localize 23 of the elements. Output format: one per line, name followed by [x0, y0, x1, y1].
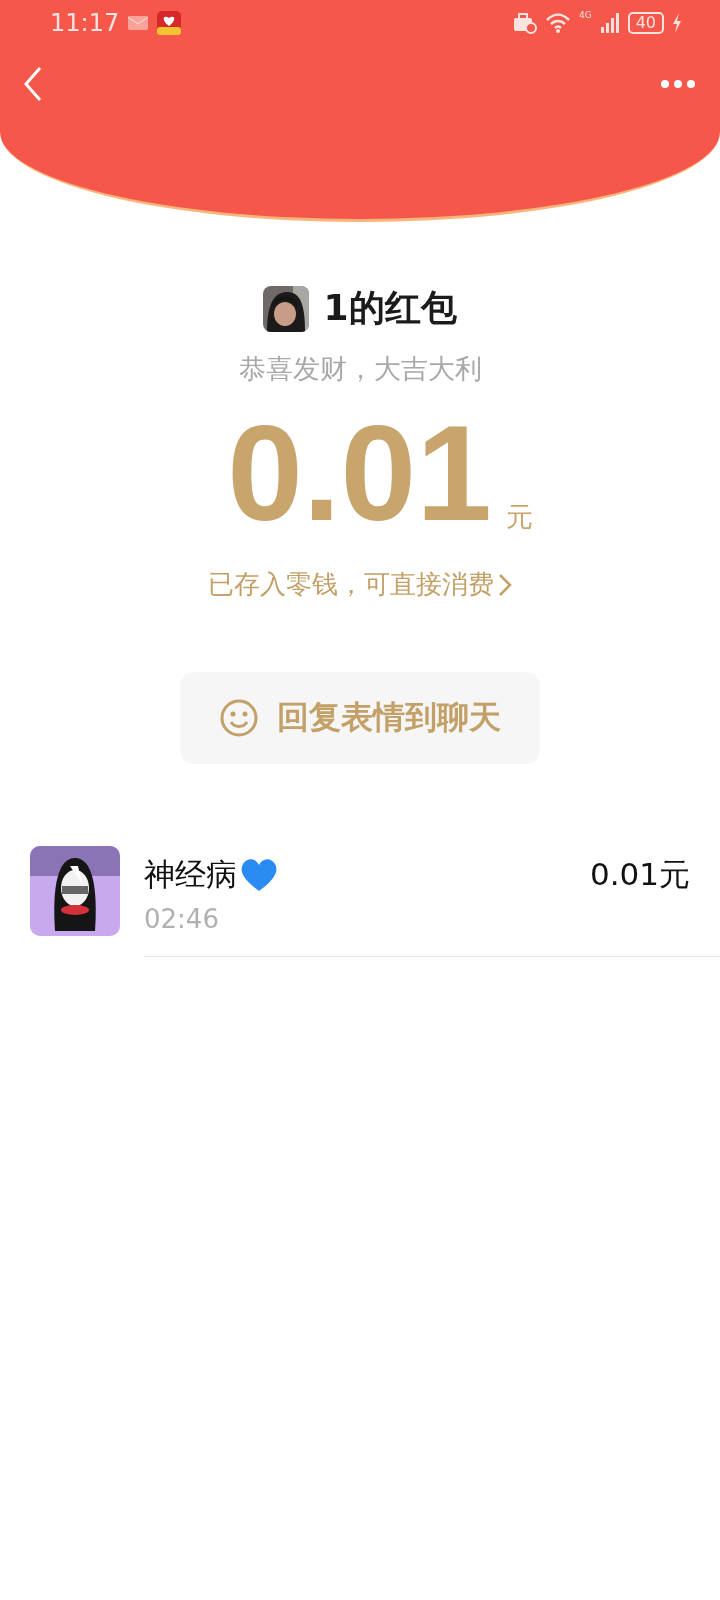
heart-icon [239, 857, 279, 893]
battery-level: 40 [627, 12, 664, 34]
smiley-icon [219, 698, 259, 738]
packet-title: 1的红包 [323, 286, 457, 330]
amount-unit: 元 [505, 500, 533, 534]
greeting-text: 恭喜发财，大吉大利 [238, 352, 482, 386]
receiver-name: 神经病 [144, 855, 237, 894]
mail-icon [127, 15, 150, 31]
wallet-note[interactable]: 已存入零钱，可直接消费 [208, 567, 494, 602]
status-time: 11:17 [50, 9, 120, 37]
briefcase-icon [512, 12, 537, 34]
network-type: 4G [578, 10, 592, 20]
more-icon[interactable] [660, 79, 696, 89]
back-icon[interactable] [22, 66, 44, 102]
charging-icon [672, 13, 682, 33]
wifi-icon [544, 13, 571, 33]
reply-sticker-button[interactable]: 回复表情到聊天 [180, 672, 540, 764]
amount-value: 0.01 [227, 405, 492, 541]
receive-time: 02:46 [144, 904, 220, 934]
receiver-amount: 0.01元 [589, 855, 690, 894]
app-icon [157, 11, 182, 35]
chevron-icon[interactable] [498, 572, 512, 597]
signal-icon [599, 13, 620, 33]
